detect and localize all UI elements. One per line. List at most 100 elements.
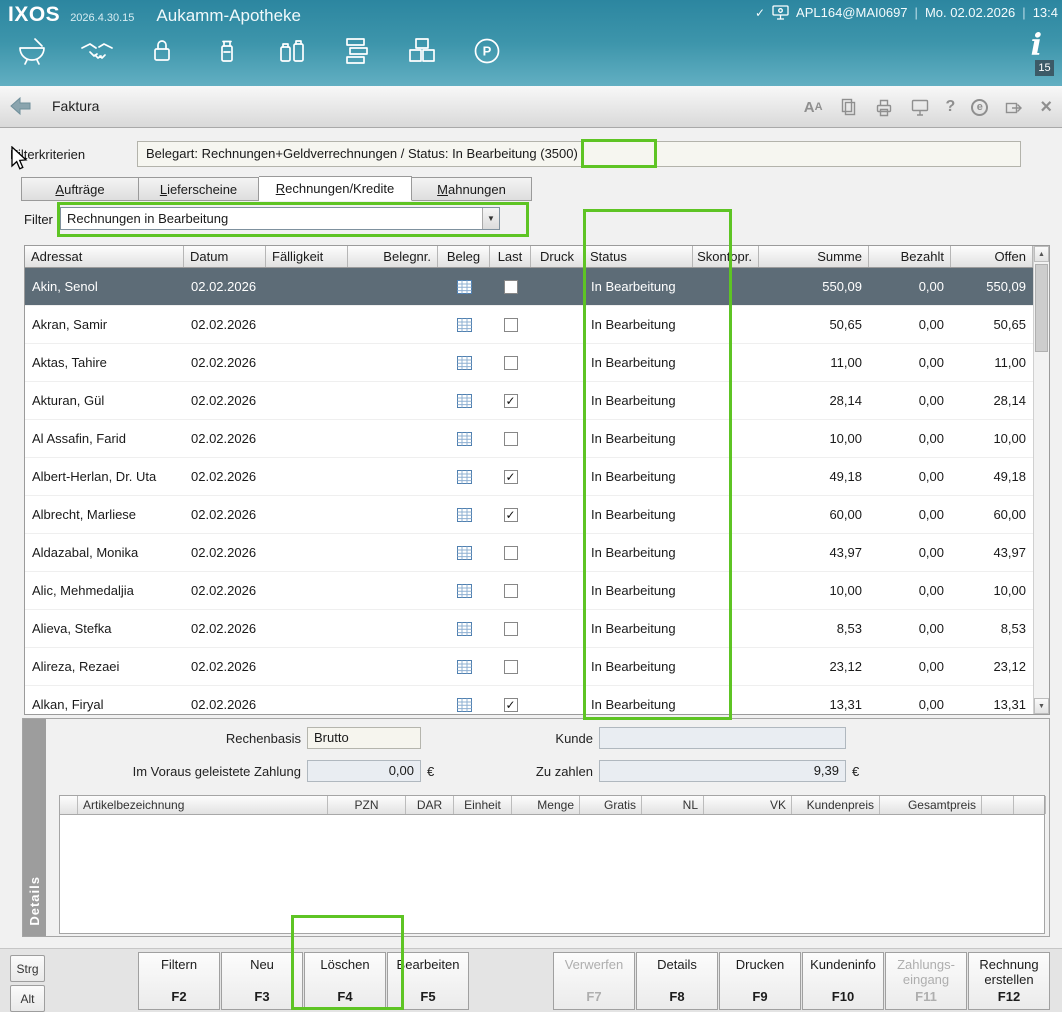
rechenbasis-field[interactable]: Brutto bbox=[307, 727, 421, 749]
fkey-button-f8[interactable]: DetailsF8 bbox=[636, 952, 718, 1010]
fkey-button-f9[interactable]: DruckenF9 bbox=[719, 952, 801, 1010]
handshake-icon[interactable] bbox=[79, 33, 115, 69]
column-header-bezahlt[interactable]: Bezahlt bbox=[869, 246, 951, 267]
beleg-grid-icon[interactable] bbox=[457, 584, 472, 598]
fkey-button-f12[interactable]: Rechnung erstellenF12 bbox=[968, 952, 1050, 1010]
column-header-last[interactable]: Last bbox=[490, 246, 531, 267]
column-header-status[interactable]: Status bbox=[584, 246, 693, 267]
scroll-up-icon[interactable]: ▲ bbox=[1034, 246, 1049, 262]
table-row[interactable]: Akturan, Gül02.02.2026✓In Bearbeitung28,… bbox=[25, 382, 1033, 420]
fkey-button-f5[interactable]: BearbeitenF5 bbox=[387, 952, 469, 1010]
scroll-down-icon[interactable]: ▼ bbox=[1034, 698, 1049, 714]
last-checkbox[interactable]: ✓ bbox=[504, 698, 518, 712]
page-title: Faktura bbox=[52, 98, 99, 114]
zu-zahlen-field[interactable]: 9,39 bbox=[599, 760, 846, 782]
help-icon[interactable]: ? bbox=[946, 98, 956, 116]
cell-belegnr bbox=[348, 458, 438, 495]
table-row[interactable]: Alic, Mehmedaljia02.02.2026In Bearbeitun… bbox=[25, 572, 1033, 610]
beleg-grid-icon[interactable] bbox=[457, 622, 472, 636]
fkey-button-f4[interactable]: LöschenF4 bbox=[304, 952, 386, 1010]
fkey-button-f3[interactable]: NeuF3 bbox=[221, 952, 303, 1010]
svg-text:P: P bbox=[483, 44, 492, 59]
column-header-faelligkeit[interactable]: Fälligkeit bbox=[266, 246, 348, 267]
e-symbol-icon[interactable]: e bbox=[971, 99, 988, 116]
last-checkbox[interactable] bbox=[504, 280, 518, 294]
last-checkbox[interactable] bbox=[504, 432, 518, 446]
last-checkbox[interactable] bbox=[504, 660, 518, 674]
details-side-tab[interactable]: Details bbox=[23, 719, 46, 936]
column-header-offen[interactable]: Offen bbox=[951, 246, 1033, 267]
vertical-scrollbar[interactable]: ▲ ▼ bbox=[1033, 246, 1049, 714]
font-size-icon[interactable]: AA bbox=[804, 99, 823, 116]
beleg-grid-icon[interactable] bbox=[457, 470, 472, 484]
alt-key[interactable]: Alt bbox=[10, 985, 45, 1012]
column-header-adressat[interactable]: Adressat bbox=[25, 246, 184, 267]
column-header-beleg[interactable]: Beleg bbox=[438, 246, 490, 267]
beleg-grid-icon[interactable] bbox=[457, 318, 472, 332]
column-header-druck[interactable]: Druck bbox=[531, 246, 584, 267]
mortar-pestle-icon[interactable] bbox=[14, 33, 50, 69]
last-checkbox[interactable]: ✓ bbox=[504, 470, 518, 484]
print-icon[interactable] bbox=[874, 98, 894, 117]
prepayment-field[interactable]: 0,00 bbox=[307, 760, 421, 782]
cell-offen: 28,14 bbox=[951, 382, 1033, 419]
column-header-summe[interactable]: Summe bbox=[759, 246, 869, 267]
p-circle-icon[interactable]: P bbox=[469, 33, 505, 69]
cell-last bbox=[490, 420, 531, 457]
table-row[interactable]: Alieva, Stefka02.02.2026In Bearbeitung8,… bbox=[25, 610, 1033, 648]
flasks-icon[interactable] bbox=[274, 33, 310, 69]
column-header-belegnr[interactable]: Belegnr. bbox=[348, 246, 438, 267]
fkey-number: F10 bbox=[832, 989, 854, 1004]
last-checkbox[interactable]: ✓ bbox=[504, 508, 518, 522]
strg-key[interactable]: Strg bbox=[10, 955, 45, 982]
beleg-grid-icon[interactable] bbox=[457, 660, 472, 674]
table-row[interactable]: Al Assafin, Farid02.02.2026In Bearbeitun… bbox=[25, 420, 1033, 458]
cell-beleg bbox=[438, 496, 490, 533]
scrollbar-thumb[interactable] bbox=[1035, 264, 1048, 352]
table-row[interactable]: Aldazabal, Monika02.02.2026In Bearbeitun… bbox=[25, 534, 1033, 572]
beleg-grid-icon[interactable] bbox=[457, 508, 472, 522]
tab-aufträge[interactable]: Aufträge bbox=[21, 177, 139, 201]
info-icon[interactable]: i bbox=[1031, 28, 1042, 63]
back-arrow-icon[interactable] bbox=[8, 95, 36, 119]
beleg-grid-icon[interactable] bbox=[457, 432, 472, 446]
table-row[interactable]: Aktas, Tahire02.02.2026In Bearbeitung11,… bbox=[25, 344, 1033, 382]
document-stack-icon[interactable] bbox=[339, 33, 375, 69]
column-header-datum[interactable]: Datum bbox=[184, 246, 266, 267]
table-row[interactable]: Akran, Samir02.02.2026In Bearbeitung50,6… bbox=[25, 306, 1033, 344]
fkey-button-f2[interactable]: FilternF2 bbox=[138, 952, 220, 1010]
beleg-grid-icon[interactable] bbox=[457, 356, 472, 370]
filter-dropdown[interactable]: Rechnungen in Bearbeitung ▼ bbox=[60, 207, 500, 230]
close-icon[interactable]: × bbox=[1040, 96, 1052, 119]
last-checkbox[interactable] bbox=[504, 546, 518, 560]
chevron-down-icon[interactable]: ▼ bbox=[482, 208, 499, 229]
table-row[interactable]: Alireza, Rezaei02.02.2026In Bearbeitung2… bbox=[25, 648, 1033, 686]
last-checkbox[interactable] bbox=[504, 318, 518, 332]
beleg-grid-icon[interactable] bbox=[457, 546, 472, 560]
table-row[interactable]: Alkan, Firyal02.02.2026✓In Bearbeitung13… bbox=[25, 686, 1033, 714]
column-header-skontopr[interactable]: Skontopr. bbox=[693, 246, 759, 267]
beleg-grid-icon[interactable] bbox=[457, 280, 472, 294]
tab-mahnungen[interactable]: Mahnungen bbox=[412, 177, 532, 201]
tab-rechnungen-kredite[interactable]: Rechnungen/Kredite bbox=[259, 176, 412, 201]
table-row[interactable]: Albert-Herlan, Dr. Uta02.02.2026✓In Bear… bbox=[25, 458, 1033, 496]
last-checkbox[interactable]: ✓ bbox=[504, 394, 518, 408]
table-row[interactable]: Albrecht, Marliese02.02.2026✓In Bearbeit… bbox=[25, 496, 1033, 534]
beleg-grid-icon[interactable] bbox=[457, 698, 472, 712]
copy-icon[interactable] bbox=[839, 98, 858, 117]
kunde-field[interactable] bbox=[599, 727, 846, 749]
last-checkbox[interactable] bbox=[504, 622, 518, 636]
packages-icon[interactable] bbox=[404, 33, 440, 69]
table-row[interactable]: Akin, Senol02.02.2026In Bearbeitung550,0… bbox=[25, 268, 1033, 306]
last-checkbox[interactable] bbox=[504, 356, 518, 370]
cell-bezahlt: 0,00 bbox=[869, 496, 951, 533]
tab-lieferscheine[interactable]: Lieferscheine bbox=[139, 177, 259, 201]
lock-icon[interactable] bbox=[144, 33, 180, 69]
beleg-grid-icon[interactable] bbox=[457, 394, 472, 408]
fkey-button-f10[interactable]: KundeninfoF10 bbox=[802, 952, 884, 1010]
last-checkbox[interactable] bbox=[504, 584, 518, 598]
detach-window-icon[interactable] bbox=[1004, 98, 1024, 116]
medicine-bottle-icon[interactable] bbox=[209, 33, 245, 69]
filter-criteria-field[interactable]: Belegart: Rechnungen+Geldverrechnungen /… bbox=[137, 141, 1021, 167]
monitor-icon[interactable] bbox=[910, 98, 930, 117]
